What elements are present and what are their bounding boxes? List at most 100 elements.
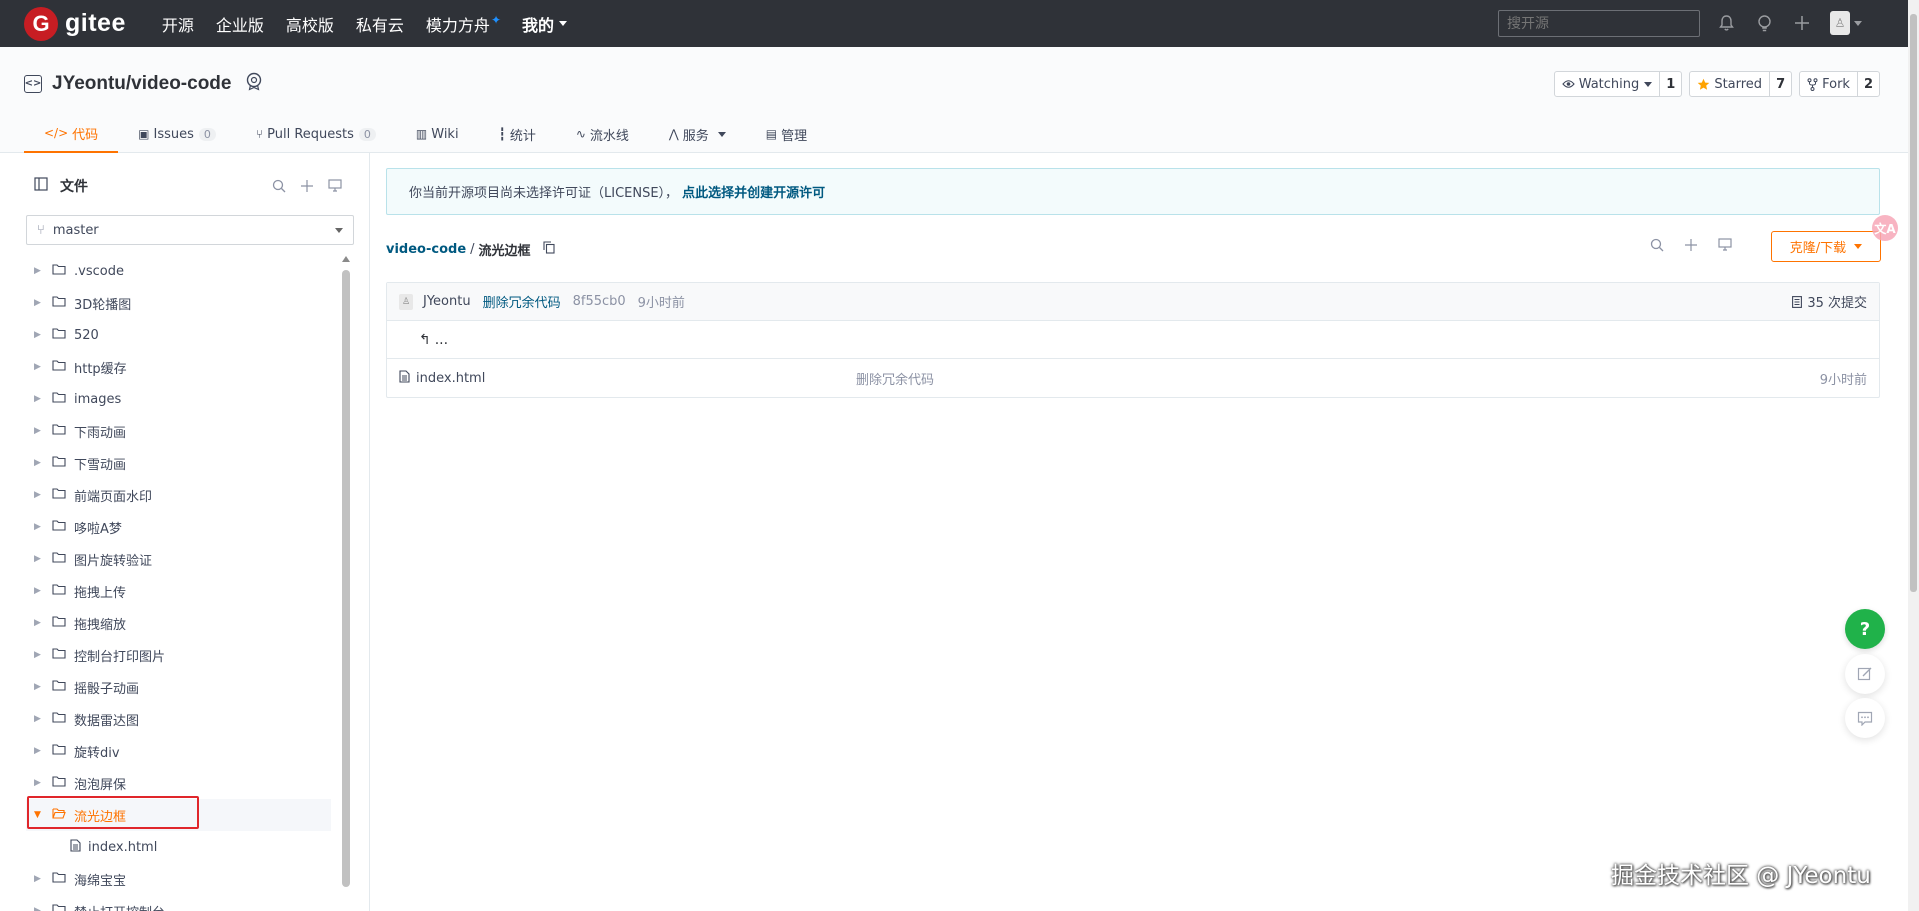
nav-link-moli[interactable]: 模力方舟✦	[426, 12, 501, 36]
breadcrumb-root[interactable]: video-code	[386, 242, 466, 257]
tree-folder[interactable]: ▶ 520	[26, 319, 331, 351]
lightbulb-icon[interactable]	[1752, 11, 1776, 35]
chevron-right-icon: ▶	[34, 746, 41, 756]
chevron-down-icon[interactable]	[1854, 20, 1862, 26]
file-icon	[70, 838, 81, 856]
tree-folder[interactable]: ▶ 禁止打开控制台	[26, 895, 331, 911]
star-button[interactable]: Starred 7	[1689, 71, 1793, 97]
tree-folder-label: .vscode	[74, 263, 124, 279]
tab-code[interactable]: </> 代码	[24, 115, 119, 153]
tree-folder[interactable]: ▶ 前端页面水印	[26, 479, 331, 511]
file-row[interactable]: index.html 删除冗余代码 9小时前	[387, 359, 1879, 397]
collapse-sidebar-icon[interactable]	[34, 177, 48, 195]
folder-icon	[52, 391, 66, 407]
clone-download-label: 克隆/下载	[1789, 241, 1847, 256]
tree-folder-label: 数据雷达图	[74, 713, 140, 729]
plus-icon[interactable]	[298, 179, 316, 193]
nav-link-private-cloud[interactable]: 私有云	[356, 12, 404, 36]
chat-button[interactable]	[1845, 698, 1885, 738]
tree-folder[interactable]: ▶ 海绵宝宝	[26, 863, 331, 895]
gitee-logo-text: gitee	[65, 9, 126, 37]
plus-icon[interactable]	[1682, 238, 1700, 252]
page-scrollbar-thumb[interactable]	[1910, 14, 1917, 592]
feedback-edit-button[interactable]	[1845, 654, 1885, 694]
file-commit-message[interactable]: 删除冗余代码	[856, 369, 934, 388]
nav-link-opensource[interactable]: 开源	[162, 12, 194, 36]
help-button[interactable]: ?	[1845, 609, 1885, 649]
search-icon[interactable]	[270, 179, 288, 193]
tab-wiki-label: Wiki	[431, 126, 459, 142]
watch-button[interactable]: Watching 1	[1553, 71, 1683, 97]
tree-folder-label: 海绵宝宝	[74, 873, 127, 889]
commit-message[interactable]: 删除冗余代码	[483, 292, 561, 311]
file-list: ♙ JYeontu 删除冗余代码 8f55cb0 9小时前 35 次提交 ↰ .…	[386, 282, 1880, 398]
tree-folder[interactable]: ▶ 3D轮播图	[26, 287, 331, 319]
watch-count[interactable]: 1	[1659, 72, 1681, 96]
chevron-right-icon: ▶	[34, 906, 41, 911]
tab-stats[interactable]: ┇ 统计	[479, 115, 556, 153]
author-avatar[interactable]: ♙	[399, 293, 413, 310]
repo-name[interactable]: JYeontu/video-code	[52, 73, 231, 95]
tree-folder[interactable]: ▶ 下雨动画	[26, 415, 331, 447]
tree-folder[interactable]: ▶ images	[26, 383, 331, 415]
issues-icon: ▣	[138, 127, 150, 141]
sidebar-scrollbar[interactable]	[342, 270, 350, 887]
tree-folder[interactable]: ▶ http缓存	[26, 351, 331, 383]
commit-count-link[interactable]: 35 次提交	[1792, 292, 1867, 311]
tree-folder[interactable]: ▶ 拖拽缩放	[26, 607, 331, 639]
commit-author[interactable]: JYeontu	[423, 294, 471, 309]
chevron-right-icon: ▶	[34, 682, 41, 692]
monitor-icon[interactable]	[326, 179, 344, 193]
monitor-icon[interactable]	[1716, 238, 1734, 252]
tree-file[interactable]: index.html	[26, 831, 331, 863]
chevron-right-icon: ▶	[34, 490, 41, 500]
clone-download-button[interactable]: 克隆/下载	[1771, 231, 1881, 262]
tree-folder[interactable]: ▶ 拖拽上传	[26, 575, 331, 607]
tree-folder[interactable]: ▶ 泡泡屏保	[26, 767, 331, 799]
license-create-link[interactable]: 点此选择并创建开源许可	[682, 182, 825, 201]
tab-wiki[interactable]: ▥ Wiki	[396, 115, 479, 153]
tree-folder[interactable]: ▶ 控制台打印图片	[26, 639, 331, 671]
branch-select[interactable]: ⑂ master	[26, 215, 354, 245]
back-arrow-icon: ↰	[419, 331, 431, 348]
tree-folder[interactable]: ▶ 旋转div	[26, 735, 331, 767]
commit-sha[interactable]: 8f55cb0	[573, 294, 626, 309]
file-tree: ▶ .vscode ▶ 3D轮播图 ▶ 520 ▶ http缓存 ▶ images ▶ 下雨…	[26, 255, 331, 911]
fork-count[interactable]: 2	[1856, 72, 1879, 96]
plus-icon[interactable]	[1790, 11, 1814, 35]
gitee-logo[interactable]: G gitee	[24, 6, 126, 41]
user-avatar[interactable]: ♙	[1830, 11, 1850, 35]
tree-folder[interactable]: ▶ 哆啦A梦	[26, 511, 331, 543]
copy-icon[interactable]	[542, 241, 555, 258]
tree-folder[interactable]: ▶ 图片旋转验证	[26, 543, 331, 575]
star-count[interactable]: 7	[1769, 72, 1791, 96]
code-repo-icon: <>	[24, 74, 42, 93]
nav-mine-dropdown[interactable]: 我的	[522, 12, 568, 36]
pull-requests-count: 0	[358, 127, 376, 141]
file-name[interactable]: index.html	[416, 371, 856, 386]
folder-icon	[52, 295, 66, 311]
tree-folder-selected[interactable]: ▼ 流光边框	[26, 799, 331, 831]
tab-services[interactable]: ⋀ 服务	[649, 115, 746, 153]
tab-pipeline[interactable]: ∿ 流水线	[556, 115, 649, 153]
search-input[interactable]	[1498, 10, 1700, 37]
tree-folder[interactable]: ▶ 下雪动画	[26, 447, 331, 479]
tab-manage[interactable]: ▤ 管理	[746, 115, 827, 153]
search-icon[interactable]	[1648, 238, 1666, 252]
bell-icon[interactable]	[1714, 11, 1738, 35]
tree-folder[interactable]: ▶ .vscode	[26, 255, 331, 287]
fork-button[interactable]: Fork 2	[1799, 71, 1880, 97]
tree-folder[interactable]: ▶ 摇骰子动画	[26, 671, 331, 703]
translate-icon[interactable]: 文A	[1872, 215, 1898, 241]
nav-link-enterprise[interactable]: 企业版	[216, 12, 264, 36]
folder-icon	[52, 679, 66, 695]
chevron-right-icon: ▶	[34, 778, 41, 788]
tab-pipeline-label: 流水线	[589, 128, 629, 144]
tree-folder[interactable]: ▶ 数据雷达图	[26, 703, 331, 735]
tab-issues[interactable]: ▣ Issues 0	[118, 115, 236, 153]
nav-link-education[interactable]: 高校版	[286, 12, 334, 36]
sidebar-scroll-up-arrow[interactable]	[342, 256, 350, 262]
tab-pull-requests[interactable]: ⑂ Pull Requests 0	[236, 115, 396, 153]
parent-directory-row[interactable]: ↰ ...	[387, 321, 1879, 359]
watch-label: Watching	[1578, 76, 1640, 92]
